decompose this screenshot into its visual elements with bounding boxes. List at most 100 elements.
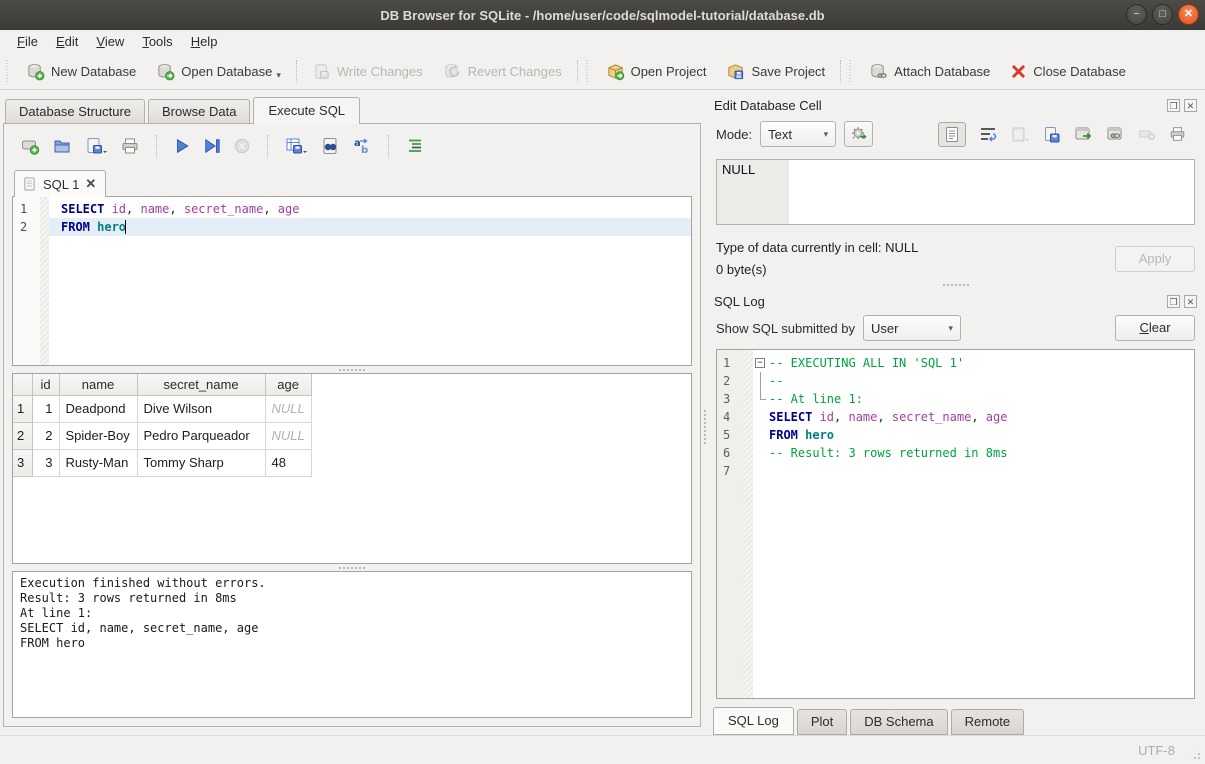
column-header-name[interactable]: name: [59, 374, 137, 395]
mode-label: Mode:: [716, 127, 752, 142]
cell-age[interactable]: NULL: [265, 422, 311, 449]
format-sql-icon[interactable]: [405, 136, 425, 156]
apply-button: Apply: [1115, 246, 1195, 272]
fold-collapse-icon[interactable]: −: [755, 358, 765, 368]
sql-toolbar-separator: [388, 135, 389, 157]
clear-log-button[interactable]: Clear: [1115, 315, 1195, 341]
close-icon[interactable]: ✕: [1178, 4, 1199, 25]
maximize-icon[interactable]: □: [1152, 4, 1173, 25]
close-sql-tab-icon[interactable]: ✕: [85, 176, 96, 192]
results-message-splitter[interactable]: [12, 564, 692, 571]
tab-plot[interactable]: Plot: [797, 709, 847, 735]
menu-help[interactable]: Help: [182, 32, 227, 51]
column-header-id[interactable]: id: [32, 374, 59, 395]
dock-tabbar: SQL Log Plot DB Schema Remote: [707, 699, 1205, 735]
table-row: 1 1 Deadpond Dive Wilson NULL: [13, 395, 311, 422]
cell-id[interactable]: 3: [32, 449, 59, 476]
execute-all-icon[interactable]: [173, 137, 191, 155]
log-fold-margin: [743, 350, 753, 698]
resize-grip-icon[interactable]: [1189, 748, 1202, 761]
print-sql-icon[interactable]: [120, 136, 140, 156]
sql-file-tab[interactable]: SQL 1 ✕: [14, 170, 106, 197]
dock-float-icon[interactable]: ❐: [1167, 295, 1180, 308]
open-sql-file-icon[interactable]: [52, 136, 72, 156]
export-cell-data-icon[interactable]: [1043, 126, 1061, 143]
panel-splitter[interactable]: [703, 90, 707, 735]
row-header[interactable]: 2: [13, 422, 32, 449]
log-line: [753, 462, 1194, 480]
word-wrap-icon[interactable]: [979, 126, 997, 142]
cell-value-editor[interactable]: NULL: [716, 159, 1195, 225]
save-sql-file-icon[interactable]: [84, 136, 108, 156]
svg-text:a: a: [354, 138, 361, 149]
open-external-icon[interactable]: [1074, 126, 1093, 142]
cell-age[interactable]: NULL: [265, 395, 311, 422]
cell-id[interactable]: 1: [32, 395, 59, 422]
tab-browse-data[interactable]: Browse Data: [148, 99, 250, 123]
print-cell-icon[interactable]: [1168, 125, 1187, 143]
tab-remote[interactable]: Remote: [951, 709, 1025, 735]
cell-name[interactable]: Rusty-Man: [59, 449, 137, 476]
new-database-button[interactable]: New Database: [17, 58, 145, 85]
new-sql-tab-icon[interactable]: [20, 136, 40, 156]
attach-database-button[interactable]: Attach Database: [860, 58, 999, 85]
corner-header[interactable]: [13, 374, 32, 395]
dock-splitter[interactable]: [707, 281, 1205, 288]
cell-age[interactable]: 48: [265, 449, 311, 476]
sql-log-header: SQL Log ❐ ✕: [707, 288, 1205, 311]
tab-db-schema[interactable]: DB Schema: [850, 709, 947, 735]
submitter-select[interactable]: User ▾: [863, 315, 961, 341]
mode-select[interactable]: Text ▾: [760, 121, 836, 147]
find-replace-icon[interactable]: ab: [352, 136, 372, 156]
row-header[interactable]: 1: [13, 395, 32, 422]
cell-name[interactable]: Spider-Boy: [59, 422, 137, 449]
auto-switch-mode-button[interactable]: [844, 121, 873, 147]
menu-file[interactable]: File: [8, 32, 47, 51]
row-header[interactable]: 3: [13, 449, 32, 476]
cell-secret-name[interactable]: Pedro Parqueador: [137, 422, 265, 449]
menu-edit[interactable]: Edit: [47, 32, 87, 51]
find-icon[interactable]: [320, 136, 340, 156]
editor-code-area[interactable]: SELECT id, name, secret_name, age FROM h…: [49, 197, 691, 365]
close-database-icon: [1010, 63, 1027, 80]
filter-label: Show SQL submitted by: [716, 321, 855, 336]
write-changes-icon: [312, 62, 331, 81]
menu-tools[interactable]: Tools: [133, 32, 181, 51]
dock-close-icon[interactable]: ✕: [1184, 295, 1197, 308]
tab-sql-log[interactable]: SQL Log: [713, 707, 794, 735]
open-project-button[interactable]: Open Project: [597, 58, 716, 85]
menu-view[interactable]: View: [87, 32, 133, 51]
chevron-down-icon: ▾: [824, 129, 829, 140]
sql-toolbar-separator: [267, 135, 268, 157]
open-database-button[interactable]: Open Database ▾: [147, 58, 290, 85]
minimize-icon[interactable]: −: [1126, 4, 1147, 25]
cell-secret-name[interactable]: Tommy Sharp: [137, 449, 265, 476]
right-dock: Edit Database Cell ❐ ✕ Mode: Text ▾: [707, 90, 1205, 735]
cell-edit-icons: [938, 122, 1195, 147]
open-database-dropdown-icon[interactable]: ▾: [276, 70, 281, 81]
log-line: −-- EXECUTING ALL IN 'SQL 1': [753, 354, 1194, 372]
column-header-secret-name[interactable]: secret_name: [137, 374, 265, 395]
window-controls: − □ ✕: [1126, 4, 1199, 25]
text-mode-icon[interactable]: [938, 122, 966, 147]
copy-url-icon[interactable]: [1106, 126, 1125, 142]
fold-column: [753, 444, 769, 462]
cell-id[interactable]: 2: [32, 422, 59, 449]
dock-float-icon[interactable]: ❐: [1167, 99, 1180, 112]
cell-name[interactable]: Deadpond: [59, 395, 137, 422]
message-line: Execution finished without errors.: [20, 576, 684, 591]
tab-execute-sql[interactable]: Execute SQL: [253, 97, 360, 124]
editor-results-splitter[interactable]: [12, 366, 692, 373]
encoding-indicator[interactable]: UTF-8: [1138, 743, 1175, 758]
column-header-age[interactable]: age: [265, 374, 311, 395]
execute-line-icon[interactable]: [203, 137, 221, 155]
tab-database-structure[interactable]: Database Structure: [5, 99, 145, 123]
sql-file-tabbar: SQL 1 ✕: [12, 162, 692, 196]
dock-close-icon[interactable]: ✕: [1184, 99, 1197, 112]
edit-cell-title: Edit Database Cell: [714, 98, 1167, 113]
sql-editor[interactable]: 1 2 SELECT id, name, secret_name, age FR…: [12, 196, 692, 366]
save-project-button[interactable]: Save Project: [717, 58, 834, 85]
cell-secret-name[interactable]: Dive Wilson: [137, 395, 265, 422]
close-database-button[interactable]: Close Database: [1001, 59, 1135, 84]
export-results-icon[interactable]: [284, 136, 308, 156]
